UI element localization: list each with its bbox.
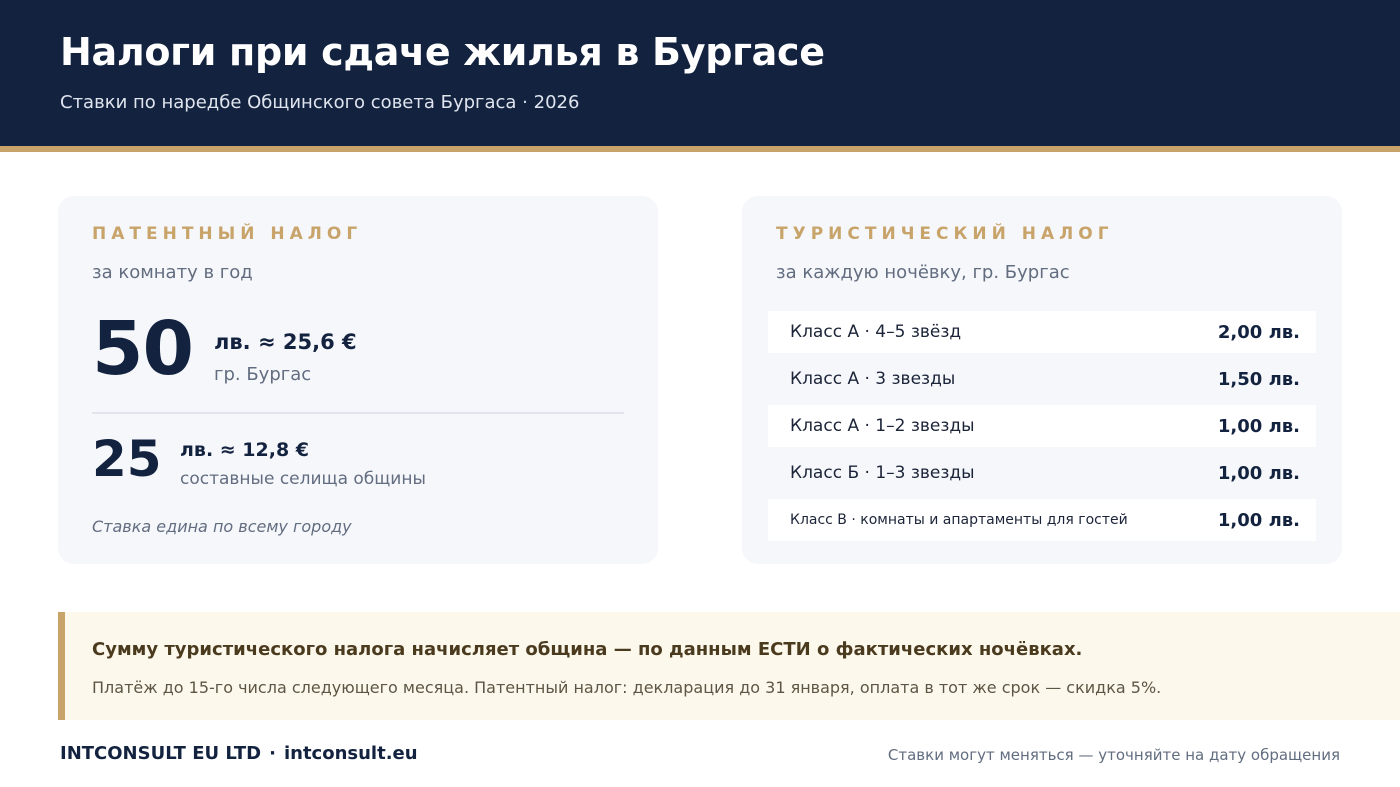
- page-subtitle: Ставки по наредбе Общинского совета Бург…: [60, 92, 580, 113]
- patent-city-rate: 50: [92, 306, 194, 392]
- patent-tax-label: ПАТЕНТНЫЙ НАЛОГ: [92, 224, 363, 244]
- patent-villages-rate: 25: [92, 430, 162, 488]
- patent-villages-place: составные селища общины: [180, 469, 426, 489]
- footer-disclaimer: Ставки могут меняться — уточняйте на дат…: [887, 746, 1340, 764]
- patent-tax-card: ПАТЕНТНЫЙ НАЛОГ за комнату в год 50 лв. …: [58, 196, 658, 564]
- patent-city-unit: лв. ≈ 25,6 €: [214, 330, 357, 354]
- patent-villages-unit: лв. ≈ 12,8 €: [180, 439, 310, 461]
- tourist-rate-row: Класс А · 4–5 звёзд 2,00 лв.: [768, 311, 1316, 353]
- payment-callout: Сумму туристического налога начисляет об…: [58, 612, 1400, 720]
- tourist-rate-class: Класс А · 1–2 звезды: [790, 416, 975, 436]
- patent-note: Ставка едина по всему городу: [92, 517, 352, 536]
- tourist-rate-value: 2,00 лв.: [1217, 321, 1300, 343]
- callout-details: Платёж до 15-го числа следующего месяца.…: [92, 678, 1162, 697]
- tourist-rate-class: Класс А · 4–5 звёзд: [790, 322, 962, 342]
- tourist-rate-value: 1,00 лв.: [1217, 462, 1300, 484]
- tourist-rate-row: Класс А · 1–2 звезды 1,00 лв.: [768, 405, 1316, 447]
- company-website: intconsult.eu: [283, 743, 418, 764]
- header-accent-rule: [0, 146, 1400, 152]
- page-title: Налоги при сдаче жилья в Бургасе: [60, 30, 825, 74]
- company-name: INTCONSULT EU LTD: [60, 743, 262, 764]
- patent-divider: [92, 412, 624, 414]
- patent-city-place: гр. Бургас: [214, 364, 312, 385]
- tourist-rate-row: Класс Б · 1–3 звезды 1,00 лв.: [768, 452, 1316, 494]
- tourist-rate-value: 1,50 лв.: [1217, 368, 1300, 390]
- tourist-tax-basis: за каждую ночёвку, гр. Бургас: [776, 262, 1070, 283]
- callout-headline: Сумму туристического налога начисляет об…: [92, 639, 1083, 660]
- tourist-rate-class: Класс В · комнаты и апартаменты для гост…: [790, 512, 1128, 528]
- footer-brand: INTCONSULT EU LTD · intconsult.eu: [60, 743, 418, 764]
- tourist-rate-row: Класс А · 3 звезды 1,50 лв.: [768, 358, 1316, 400]
- patent-tax-basis: за комнату в год: [92, 262, 253, 283]
- tourist-tax-label: ТУРИСТИЧЕСКИЙ НАЛОГ: [776, 224, 1114, 244]
- tourist-rate-value: 1,00 лв.: [1217, 415, 1300, 437]
- tourist-rate-value: 1,00 лв.: [1217, 509, 1300, 531]
- footer-separator: ·: [269, 743, 276, 764]
- tourist-rate-row: Класс В · комнаты и апартаменты для гост…: [768, 499, 1316, 541]
- tourist-rate-class: Класс Б · 1–3 звезды: [790, 463, 975, 483]
- tourist-rate-class: Класс А · 3 звезды: [790, 369, 956, 389]
- tourist-tax-card: ТУРИСТИЧЕСКИЙ НАЛОГ за каждую ночёвку, г…: [742, 196, 1342, 564]
